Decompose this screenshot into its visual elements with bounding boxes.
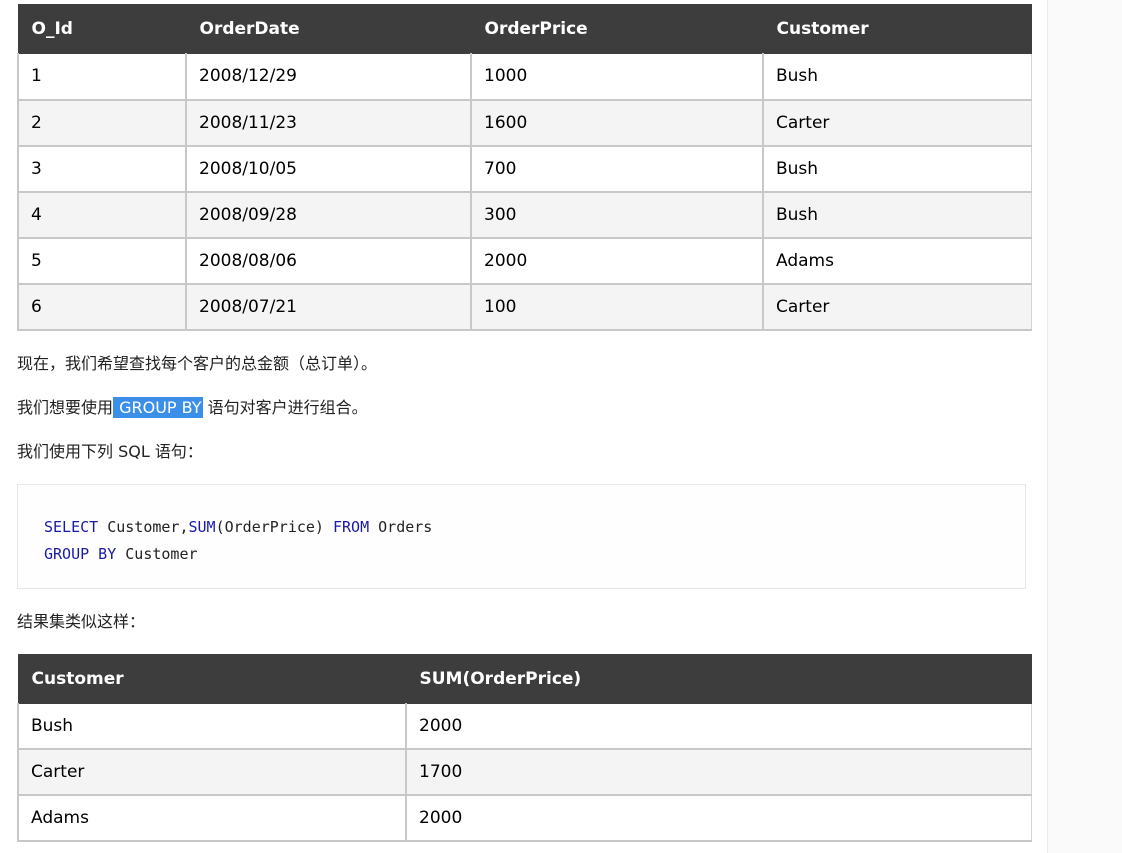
table-cell: 2000	[405, 702, 1032, 750]
right-gutter	[1047, 0, 1122, 853]
code-keyword: SUM	[188, 517, 216, 536]
table-cell: Bush	[17, 702, 407, 750]
table-cell: 1700	[405, 748, 1032, 796]
table-row: Carter 1700	[17, 748, 1032, 796]
table-cell: 2008/12/29	[185, 53, 472, 101]
table-cell: 2000	[405, 794, 1032, 842]
table-cell: 1	[17, 53, 187, 101]
article-content: O_Id OrderDate OrderPrice Customer 1 200…	[17, 4, 1032, 842]
code-text: Orders	[369, 517, 433, 536]
table-cell: 2008/09/28	[185, 191, 472, 239]
table-cell: 300	[470, 191, 764, 239]
table-cell: 700	[470, 145, 764, 193]
column-header-sum-orderprice: SUM(OrderPrice)	[405, 653, 1032, 704]
result-intro-paragraph: 结果集类似这样：	[17, 611, 146, 631]
table-row: 6 2008/07/21 100 Carter	[17, 283, 1032, 331]
table-cell: 5	[17, 237, 187, 285]
orders-table-header: O_Id OrderDate OrderPrice Customer	[17, 4, 1032, 54]
code-text: Customer,	[98, 517, 189, 536]
table-row: Adams 2000	[17, 794, 1032, 842]
table-cell: Carter	[17, 748, 407, 796]
table-cell: 2008/08/06	[185, 237, 472, 285]
table-cell: 2	[17, 99, 187, 147]
table-cell: 1000	[470, 53, 764, 101]
orders-table: O_Id OrderDate OrderPrice Customer 1 200…	[17, 4, 1032, 331]
column-header-customer: Customer	[17, 653, 407, 704]
column-header-orderdate: OrderDate	[185, 4, 472, 54]
table-cell: 3	[17, 145, 187, 193]
table-cell: Bush	[762, 53, 1032, 101]
paragraph-text: 我们想要使用	[17, 397, 114, 417]
code-keyword: GROUP BY	[44, 544, 117, 563]
selected-text-highlight[interactable]: GROUP BY	[113, 396, 203, 418]
table-cell: 2008/10/05	[185, 145, 472, 193]
result-table-header: Customer SUM(OrderPrice)	[17, 653, 1032, 704]
column-header-o-id: O_Id	[17, 4, 187, 54]
intro-paragraph: 现在，我们希望查找每个客户的总金额（总订单）。	[17, 353, 378, 373]
table-row: 3 2008/10/05 700 Bush	[17, 145, 1032, 193]
table-cell: 4	[17, 191, 187, 239]
table-cell: Carter	[762, 99, 1032, 147]
table-cell: Adams	[17, 794, 407, 842]
code-text: Customer	[116, 544, 198, 563]
paragraph-text: 语句对客户进行组合。	[202, 397, 368, 417]
code-keyword: SELECT	[44, 517, 99, 536]
code-keyword: FROM	[333, 517, 370, 536]
table-cell: 1600	[470, 99, 764, 147]
table-cell: 2008/11/23	[185, 99, 472, 147]
table-cell: 6	[17, 283, 187, 331]
table-cell: 100	[470, 283, 764, 331]
table-row: 4 2008/09/28 300 Bush	[17, 191, 1032, 239]
result-table: Customer SUM(OrderPrice) Bush 2000 Carte…	[17, 653, 1032, 842]
table-row: Bush 2000	[17, 702, 1032, 750]
table-row: 1 2008/12/29 1000 Bush	[17, 53, 1032, 101]
sql-intro-paragraph: 我们使用下列 SQL 语句：	[17, 441, 203, 461]
group-by-paragraph: 我们想要使用 GROUP BY 语句对客户进行组合。	[17, 396, 1030, 418]
column-header-customer: Customer	[762, 4, 1032, 54]
code-text: (OrderPrice)	[215, 517, 333, 536]
code-block: SELECT Customer,SUM(OrderPrice) FROM Ord…	[17, 483, 1026, 589]
table-cell: 2008/07/21	[185, 283, 472, 331]
table-row: 5 2008/08/06 2000 Adams	[17, 237, 1032, 285]
table-row: 2 2008/11/23 1600 Carter	[17, 99, 1032, 147]
table-cell: Adams	[762, 237, 1032, 285]
table-cell: Carter	[762, 283, 1032, 331]
column-header-orderprice: OrderPrice	[470, 4, 764, 54]
table-cell: 2000	[470, 237, 764, 285]
table-cell: Bush	[762, 145, 1032, 193]
table-cell: Bush	[762, 191, 1032, 239]
